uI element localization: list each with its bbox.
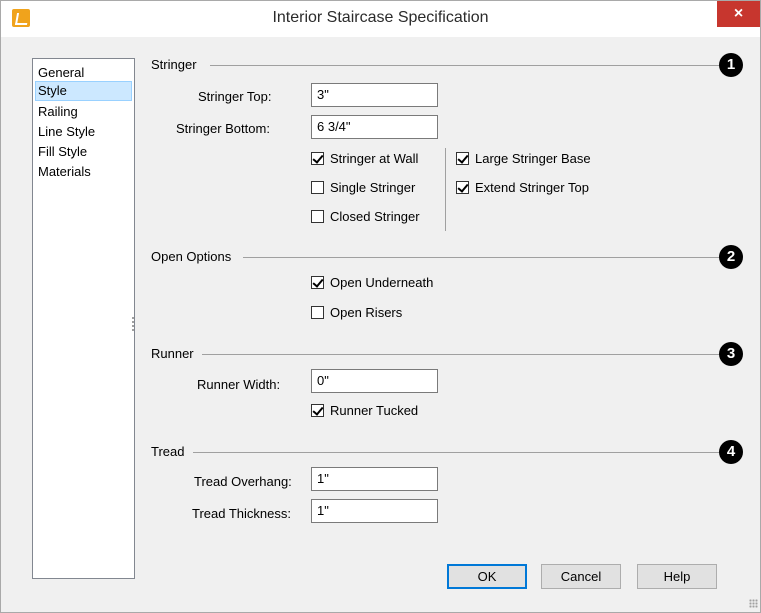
sidebar-item-general[interactable]: General [35,63,132,83]
title-bar[interactable]: Interior Staircase Specification × [1,1,760,37]
checkbox-box [311,210,324,223]
callout-badge-4: 4 [719,440,743,464]
stringer-at-wall-label: Stringer at Wall [330,151,419,166]
runner-divider [202,354,720,355]
stringer-top-label: Stringer Top: [198,89,272,104]
open-options-divider [243,257,720,258]
category-list[interactable]: General Style Railing Line Style Fill St… [32,58,135,579]
open-risers-checkbox[interactable]: Open Risers [311,305,451,321]
checkbox-box [311,181,324,194]
checkbox-box [311,404,324,417]
checkbox-box [311,306,324,319]
callout-badge-1: 1 [719,53,743,77]
stringer-divider [210,65,720,66]
runner-tucked-checkbox[interactable]: Runner Tucked [311,403,441,419]
checkbox-box [456,152,469,165]
large-stringer-base-label: Large Stringer Base [475,151,591,166]
sidebar-item-railing[interactable]: Railing [35,102,132,122]
window-title: Interior Staircase Specification [272,9,489,26]
tread-overhang-input[interactable]: 1" [311,467,438,491]
splitter-handle[interactable] [132,317,134,331]
callout-badge-3: 3 [719,342,743,366]
stringer-heading: Stringer [151,57,197,72]
extend-stringer-top-checkbox[interactable]: Extend Stringer Top [456,180,616,196]
dialog-window: Interior Staircase Specification × Gener… [0,0,761,613]
open-risers-label: Open Risers [330,305,403,320]
tread-thickness-input[interactable]: 1" [311,499,438,523]
ok-button[interactable]: OK [447,564,527,589]
tread-overhang-label: Tread Overhang: [194,474,292,489]
tread-thickness-label: Tread Thickness: [192,506,291,521]
runner-width-input[interactable]: 0" [311,369,438,393]
tread-heading: Tread [151,444,185,459]
runner-heading: Runner [151,346,194,361]
sidebar-item-line-style[interactable]: Line Style [35,122,132,142]
runner-tucked-label: Runner Tucked [330,403,419,418]
sidebar-item-style[interactable]: Style [35,81,132,101]
checkbox-column-divider [445,148,446,231]
cancel-button[interactable]: Cancel [541,564,621,589]
runner-width-label: Runner Width: [197,377,281,392]
checkbox-box [311,152,324,165]
closed-stringer-label: Closed Stringer [330,209,420,224]
single-stringer-checkbox[interactable]: Single Stringer [311,180,441,196]
stringer-at-wall-checkbox[interactable]: Stringer at Wall [311,151,441,167]
close-button[interactable]: × [717,1,760,27]
open-options-heading: Open Options [151,249,232,264]
closed-stringer-checkbox[interactable]: Closed Stringer [311,209,441,225]
extend-stringer-top-label: Extend Stringer Top [475,180,589,195]
stringer-bottom-label: Stringer Bottom: [176,121,270,136]
sidebar-item-fill-style[interactable]: Fill Style [35,142,132,162]
callout-badge-2: 2 [719,245,743,269]
checkbox-box [456,181,469,194]
stringer-top-input[interactable]: 3" [311,83,438,107]
tread-divider [193,452,720,453]
large-stringer-base-checkbox[interactable]: Large Stringer Base [456,151,616,167]
help-button[interactable]: Help [637,564,717,589]
open-underneath-label: Open Underneath [330,275,434,290]
open-underneath-checkbox[interactable]: Open Underneath [311,275,451,291]
sidebar-item-materials[interactable]: Materials [35,162,132,182]
single-stringer-label: Single Stringer [330,180,416,195]
checkbox-box [311,276,324,289]
stringer-bottom-input[interactable]: 6 3/4" [311,115,438,139]
resize-grip[interactable] [749,599,758,608]
